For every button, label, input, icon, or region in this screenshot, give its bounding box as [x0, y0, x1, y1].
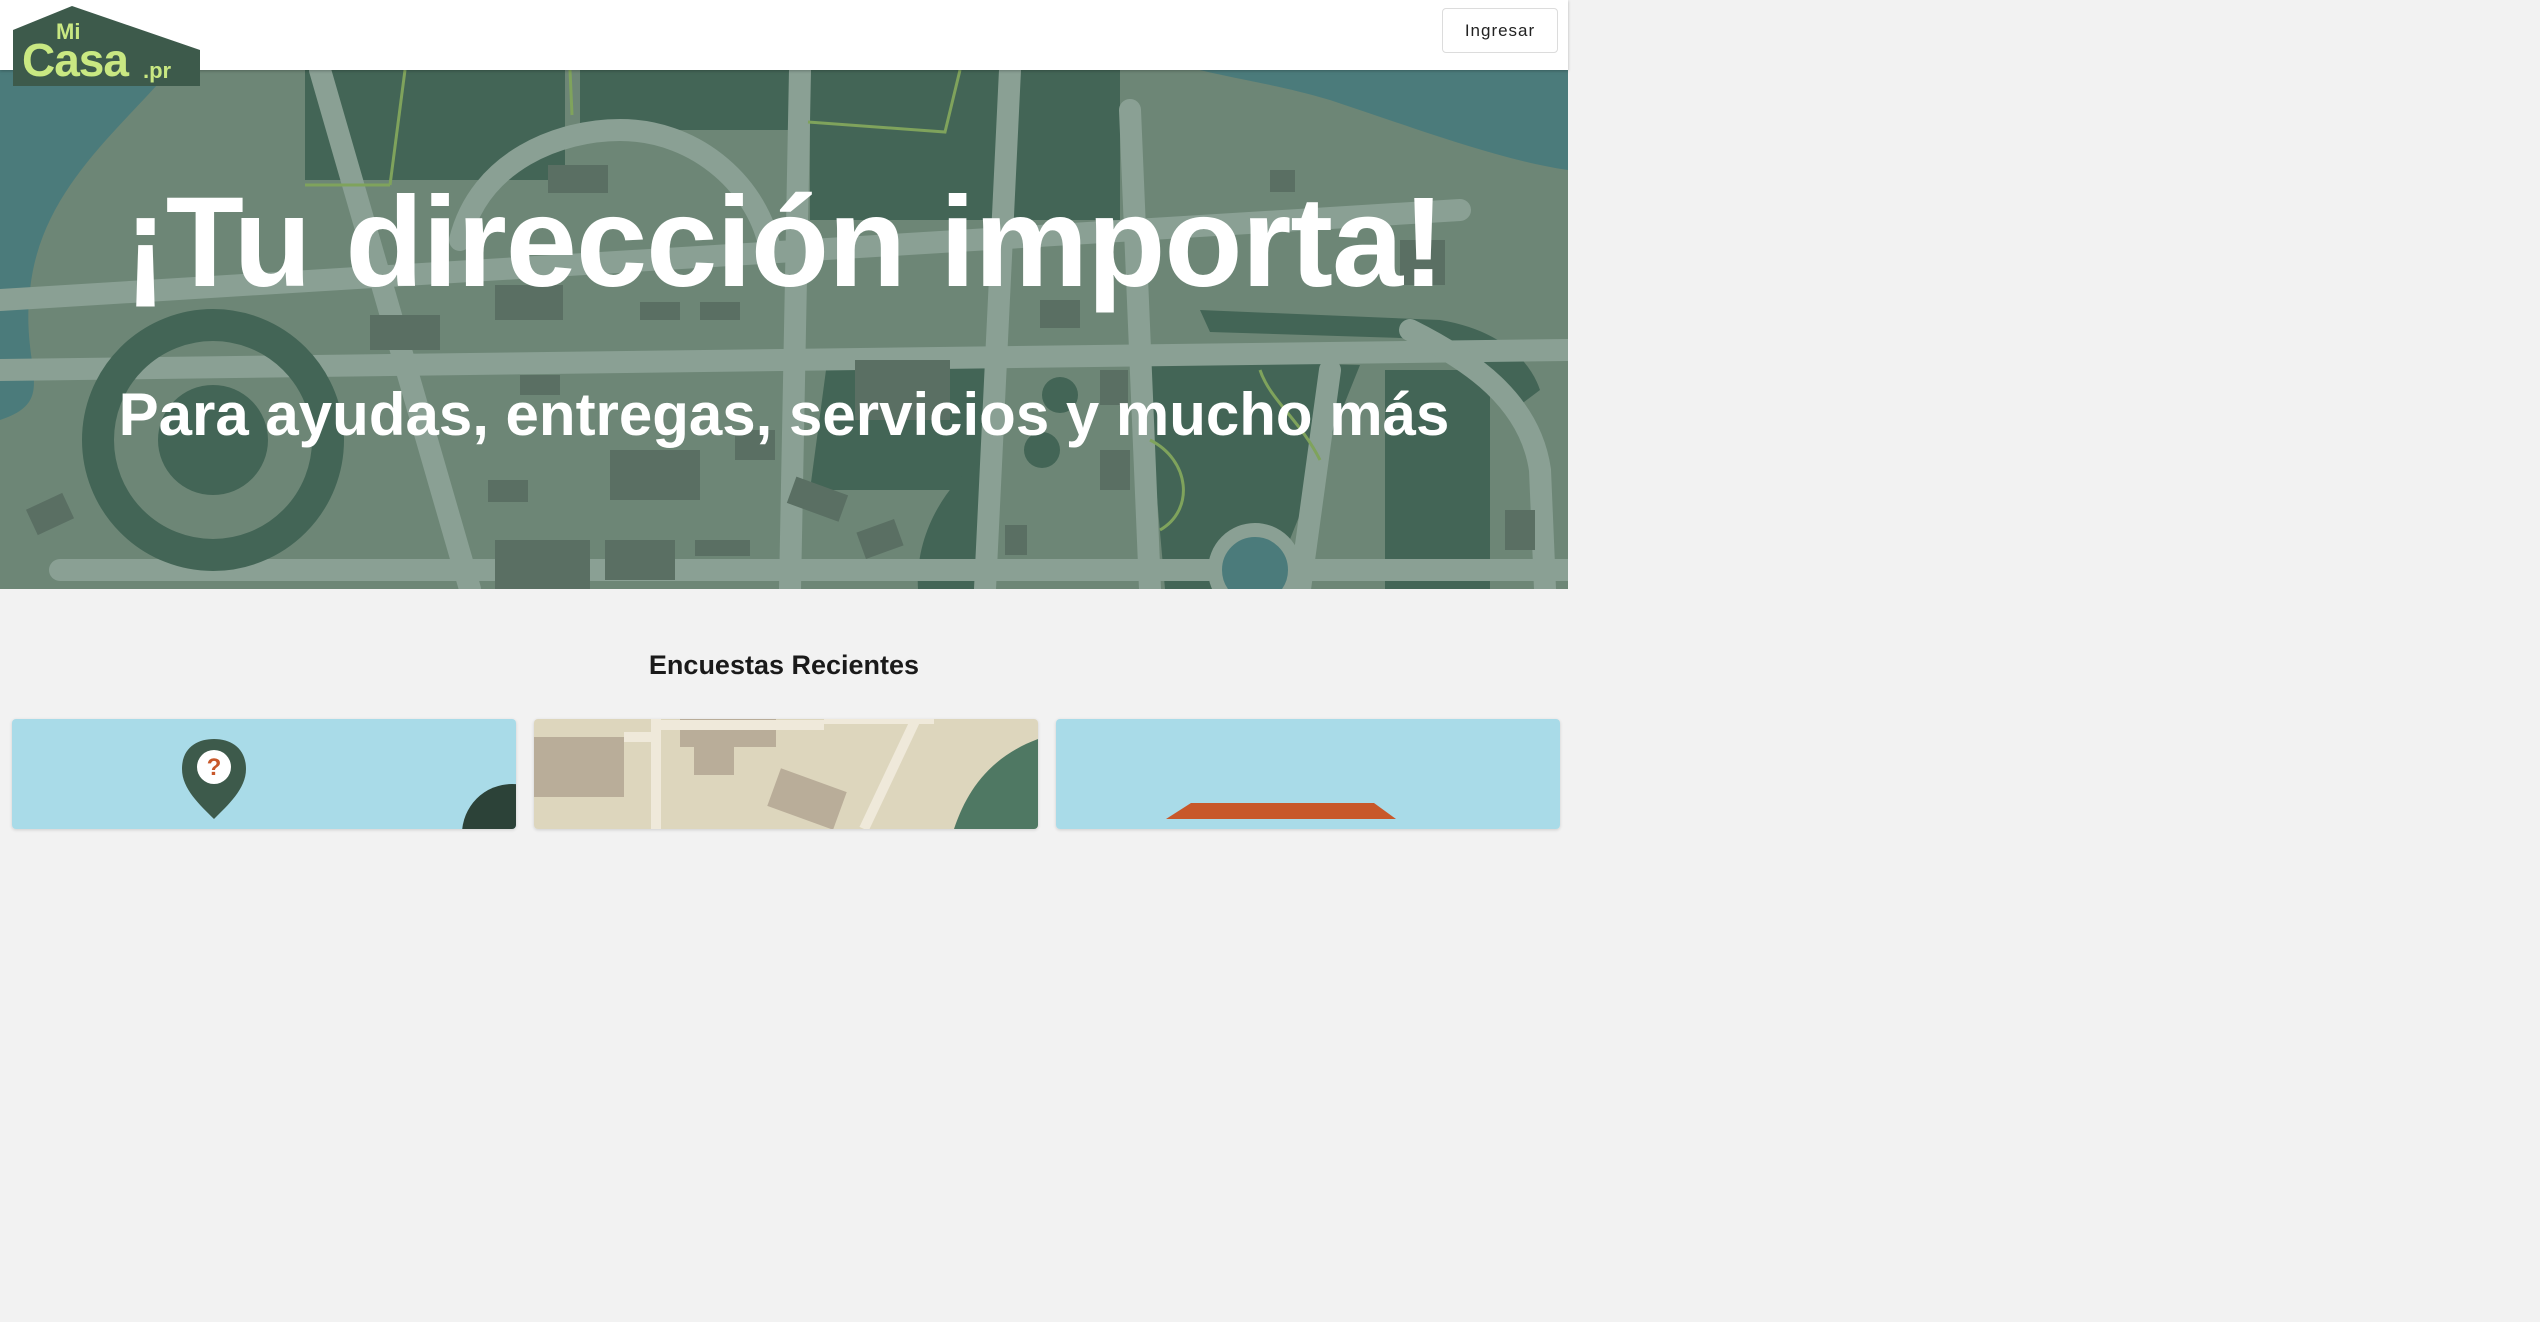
- hero-banner: ¡Tu dirección importa! Para ayudas, entr…: [0, 70, 1568, 589]
- login-button[interactable]: Ingresar: [1442, 8, 1558, 53]
- survey-card-2[interactable]: [534, 719, 1038, 829]
- map-background-illustration: [0, 70, 1568, 589]
- map-illustration: [534, 719, 1038, 829]
- svg-text:Casa: Casa: [22, 34, 129, 86]
- hero-subtitle: Para ayudas, entregas, servicios y mucho…: [118, 381, 1450, 448]
- house-illustration: [1056, 719, 1560, 829]
- svg-text:?: ?: [207, 754, 222, 781]
- hero-title: ¡Tu dirección importa!: [124, 171, 1445, 314]
- svg-text:.pr: .pr: [143, 58, 172, 83]
- question-pin-icon: ?: [12, 719, 516, 829]
- micasa-logo[interactable]: Mi Casa .pr: [12, 4, 202, 88]
- recent-surveys-heading: Encuestas Recientes: [648, 650, 920, 680]
- survey-card-3[interactable]: [1056, 719, 1560, 829]
- survey-card-1[interactable]: ?: [12, 719, 516, 829]
- top-navigation-bar: Ingresar: [0, 0, 1568, 70]
